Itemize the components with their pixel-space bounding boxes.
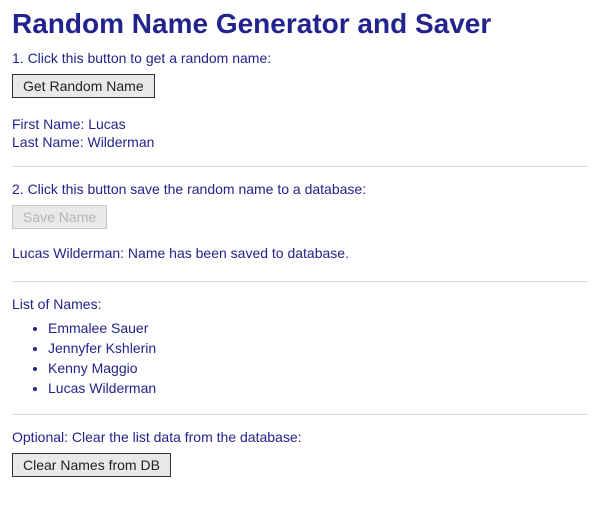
names-list-heading: List of Names: (12, 296, 588, 312)
get-random-name-button[interactable]: Get Random Name (12, 74, 155, 98)
names-list: Emmalee Sauer Jennyfer Kshlerin Kenny Ma… (12, 320, 588, 396)
names-list-section: List of Names: Emmalee Sauer Jennyfer Ks… (12, 296, 588, 415)
save-name-button[interactable]: Save Name (12, 205, 107, 229)
save-name-section: 2. Click this button save the random nam… (12, 181, 588, 282)
last-name-value: Wilderman (87, 134, 154, 150)
get-name-instruction: 1. Click this button to get a random nam… (12, 50, 588, 66)
get-name-section: 1. Click this button to get a random nam… (12, 50, 588, 167)
first-name-line: First Name: Lucas (12, 116, 588, 132)
clear-names-button[interactable]: Clear Names from DB (12, 453, 171, 477)
first-name-label: First Name: (12, 116, 88, 132)
list-item: Emmalee Sauer (48, 320, 588, 336)
list-item: Kenny Maggio (48, 360, 588, 376)
save-name-instruction: 2. Click this button save the random nam… (12, 181, 588, 197)
first-name-value: Lucas (88, 116, 125, 132)
list-item: Jennyfer Kshlerin (48, 340, 588, 356)
last-name-line: Last Name: Wilderman (12, 134, 588, 150)
list-item: Lucas Wilderman (48, 380, 588, 396)
generated-name-block: First Name: Lucas Last Name: Wilderman (12, 116, 588, 150)
save-status-message: Lucas Wilderman: Name has been saved to … (12, 245, 588, 261)
last-name-label: Last Name: (12, 134, 87, 150)
clear-names-instruction: Optional: Clear the list data from the d… (12, 429, 588, 445)
clear-names-section: Optional: Clear the list data from the d… (12, 429, 588, 477)
page-title: Random Name Generator and Saver (12, 8, 588, 40)
